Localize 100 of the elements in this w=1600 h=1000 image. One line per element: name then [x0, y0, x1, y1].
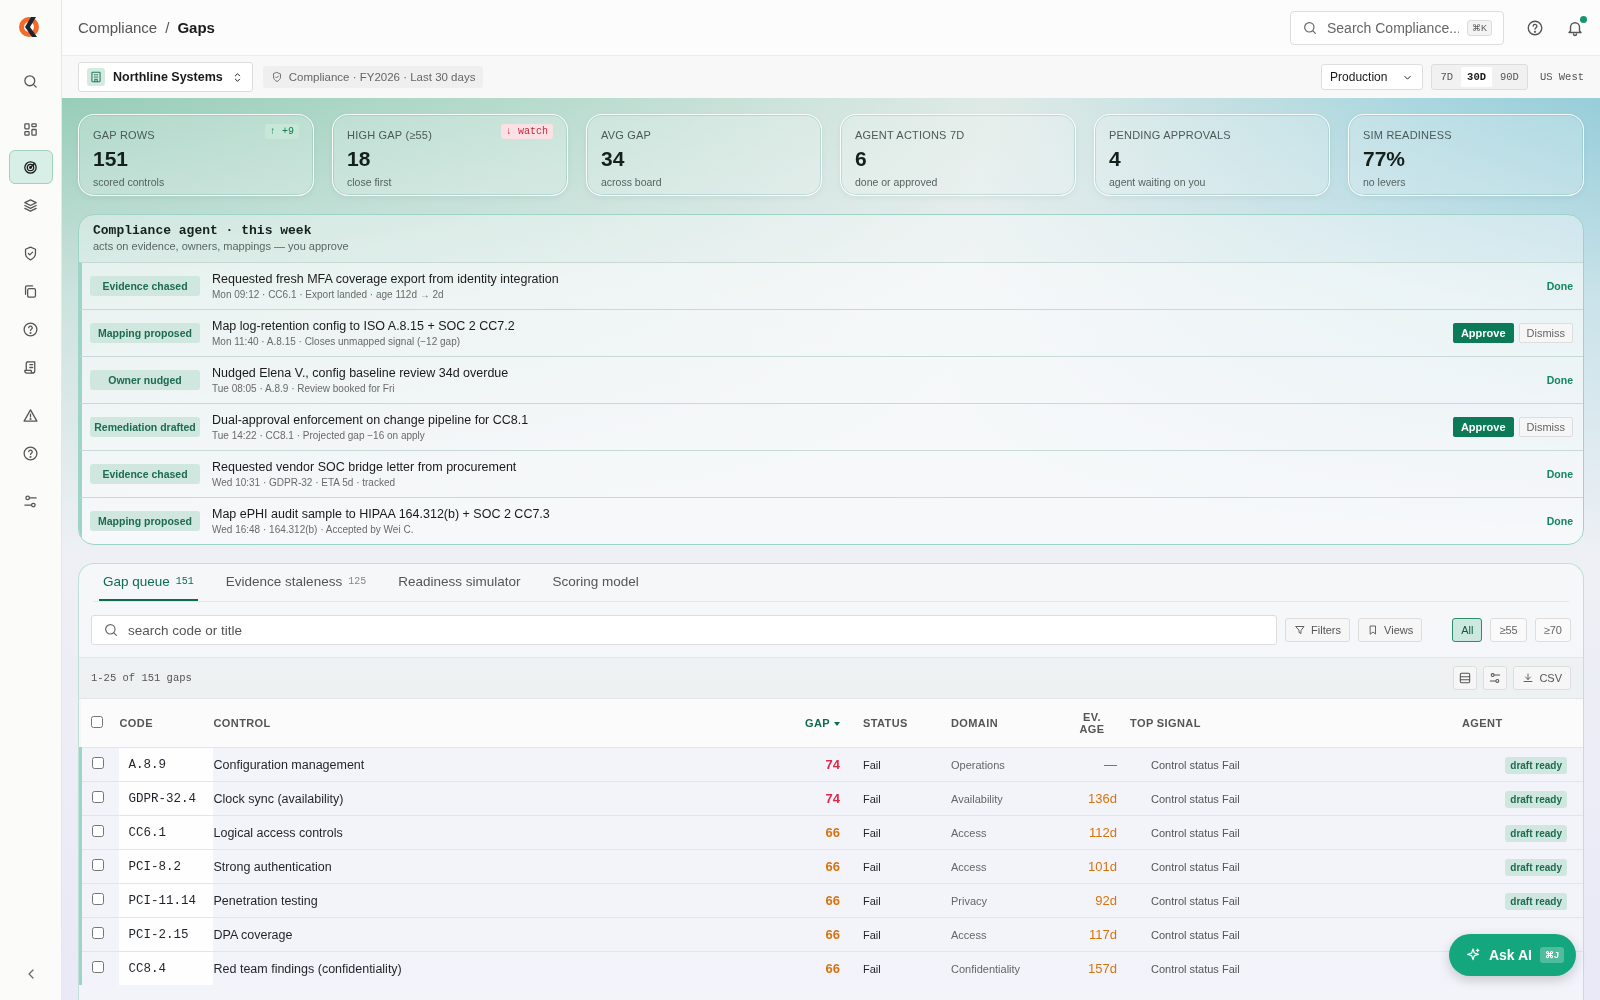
environment-dropdown[interactable]: Production: [1321, 64, 1424, 90]
top-signal: Control status Fail: [1151, 792, 1240, 805]
range-tab[interactable]: 90D: [1494, 67, 1525, 87]
evidence-age: 112d: [1089, 825, 1117, 840]
gap-score: 74: [825, 757, 840, 772]
column-header[interactable]: DOMAIN: [951, 717, 998, 729]
select-all-checkbox[interactable]: [90, 716, 103, 728]
control-name[interactable]: Penetration testing: [213, 893, 318, 908]
agent-status-badge: draft ready: [1505, 790, 1567, 808]
column-header[interactable]: TOP SIGNAL: [1130, 717, 1201, 729]
control-name[interactable]: Logical access controls: [213, 825, 343, 840]
action-tag: Evidence chased: [90, 464, 200, 484]
threshold-toggle[interactable]: All: [1452, 618, 1483, 642]
status-label: Done: [1546, 468, 1573, 480]
kpi-label: SIM READINESS: [1363, 129, 1452, 141]
control-name[interactable]: Configuration management: [213, 757, 365, 772]
threshold-toggle[interactable]: ≥55: [1490, 618, 1527, 642]
documents-icon: [22, 282, 39, 300]
action-tag: Mapping proposed: [90, 511, 200, 531]
action-meta: Mon 09:12 · CC6.1 · Export landed · age 112d → 2d: [212, 289, 445, 300]
column-header[interactable]: CODE: [119, 717, 153, 729]
column-header[interactable]: EV. AGE: [1077, 711, 1107, 735]
kpi-caption: scored controls: [93, 176, 166, 188]
breadcrumb-item[interactable]: Compliance: [78, 19, 158, 36]
kpi-caption: agent waiting on you: [1109, 176, 1207, 188]
help-icon: [22, 444, 39, 462]
range-tab[interactable]: 7D: [1434, 67, 1460, 87]
sort-icon: [834, 721, 840, 727]
kpi-label: HIGH GAP (≥55): [347, 129, 433, 141]
row-checkbox[interactable]: [92, 859, 104, 871]
action-title: Dual-approval enforcement on change pipeline for CC8.1: [212, 413, 530, 427]
tab[interactable]: Readiness simulator: [394, 564, 525, 601]
dismiss-button[interactable]: Dismiss: [1518, 323, 1573, 343]
action-meta: Tue 08:05 · A.8.9 · Review booked for Fri: [212, 383, 396, 394]
column-header[interactable]: CONTROL: [213, 717, 271, 729]
column-header[interactable]: AGENT: [1462, 717, 1519, 729]
range-tab[interactable]: 30D: [1461, 67, 1492, 87]
agent-status-badge: draft ready: [1505, 824, 1567, 842]
action-meta: Wed 10:31 · GDPR-32 · ETA 5d · tracked: [212, 477, 397, 488]
gap-score: 66: [825, 927, 840, 942]
tab[interactable]: Scoring model: [548, 564, 643, 601]
threshold-toggle[interactable]: ≥70: [1534, 618, 1571, 642]
row-checkbox[interactable]: [92, 893, 104, 905]
context-label: Compliance · FY2026 · Last 30 days: [288, 71, 476, 83]
status-label: Fail: [863, 758, 881, 771]
row-checkbox[interactable]: [92, 825, 104, 837]
row-checkbox[interactable]: [92, 927, 104, 939]
control-code: CC6.1: [128, 825, 166, 840]
control-name[interactable]: Strong authentication: [213, 859, 332, 874]
kpi-caption: close first: [347, 176, 393, 188]
kpi-value: 4: [1109, 147, 1122, 171]
filters-button[interactable]: Filters: [1285, 618, 1351, 642]
control-name[interactable]: DPA coverage: [213, 927, 293, 942]
columns-button[interactable]: [1483, 666, 1508, 690]
search-icon: [1302, 19, 1318, 36]
status-label: Fail: [863, 928, 881, 941]
control-name[interactable]: Red team findings (confidentiality): [213, 961, 402, 976]
top-signal: Control status Fail: [1151, 826, 1240, 839]
kpi-label: GAP ROWS: [93, 129, 155, 141]
evidence-age: 92d: [1095, 893, 1117, 908]
views-button[interactable]: Views: [1358, 618, 1423, 642]
control-name[interactable]: Clock sync (availability): [213, 791, 344, 806]
search-icon: [103, 622, 119, 638]
help-icon: [22, 320, 39, 338]
sliders-icon: [1488, 671, 1503, 685]
status-label: Done: [1546, 374, 1573, 386]
gap-score: 66: [825, 961, 840, 976]
search-icon: [22, 72, 39, 90]
breadcrumb-item: Gaps: [177, 19, 215, 36]
approve-button[interactable]: Approve: [1452, 417, 1514, 437]
approve-button[interactable]: Approve: [1452, 323, 1514, 343]
column-header[interactable]: STATUS: [863, 717, 908, 729]
evidence-age: —: [1104, 757, 1117, 772]
action-tag: Mapping proposed: [90, 323, 200, 343]
notifications-button[interactable]: [1566, 18, 1584, 37]
kpi-caption: across board: [601, 176, 663, 188]
organization-selector[interactable]: Northline Systems: [78, 62, 253, 92]
row-checkbox[interactable]: [92, 791, 104, 803]
top-signal: Control status Fail: [1151, 928, 1240, 941]
kpi-caption: no levers: [1363, 176, 1407, 188]
sparkle-icon: [1464, 947, 1481, 963]
export-button[interactable]: CSV: [1513, 666, 1571, 690]
tab[interactable]: Gap queue 151: [99, 564, 198, 601]
tab[interactable]: Evidence staleness 125: [221, 564, 371, 601]
column-header[interactable]: GAP: [804, 717, 830, 729]
evidence-age: 136d: [1088, 791, 1117, 806]
row-checkbox[interactable]: [92, 961, 104, 973]
agent-status-badge: draft ready: [1505, 756, 1567, 774]
gap-score: 66: [825, 893, 840, 908]
dismiss-button[interactable]: Dismiss: [1518, 417, 1573, 437]
gap-score: 74: [825, 791, 840, 806]
row-checkbox[interactable]: [92, 757, 104, 769]
search-field[interactable]: search code or title: [91, 615, 1278, 645]
agent-status-badge: draft ready: [1505, 858, 1567, 876]
density-button[interactable]: [1453, 666, 1478, 690]
sidebar-item[interactable]: [8, 150, 53, 184]
action-meta: Mon 11:40 · A.8.15 · Closes unmapped signal (−12 gap): [212, 336, 462, 347]
evidence-age: 157d: [1088, 961, 1117, 976]
download-icon: [1522, 672, 1535, 684]
status-label: Fail: [863, 792, 881, 805]
